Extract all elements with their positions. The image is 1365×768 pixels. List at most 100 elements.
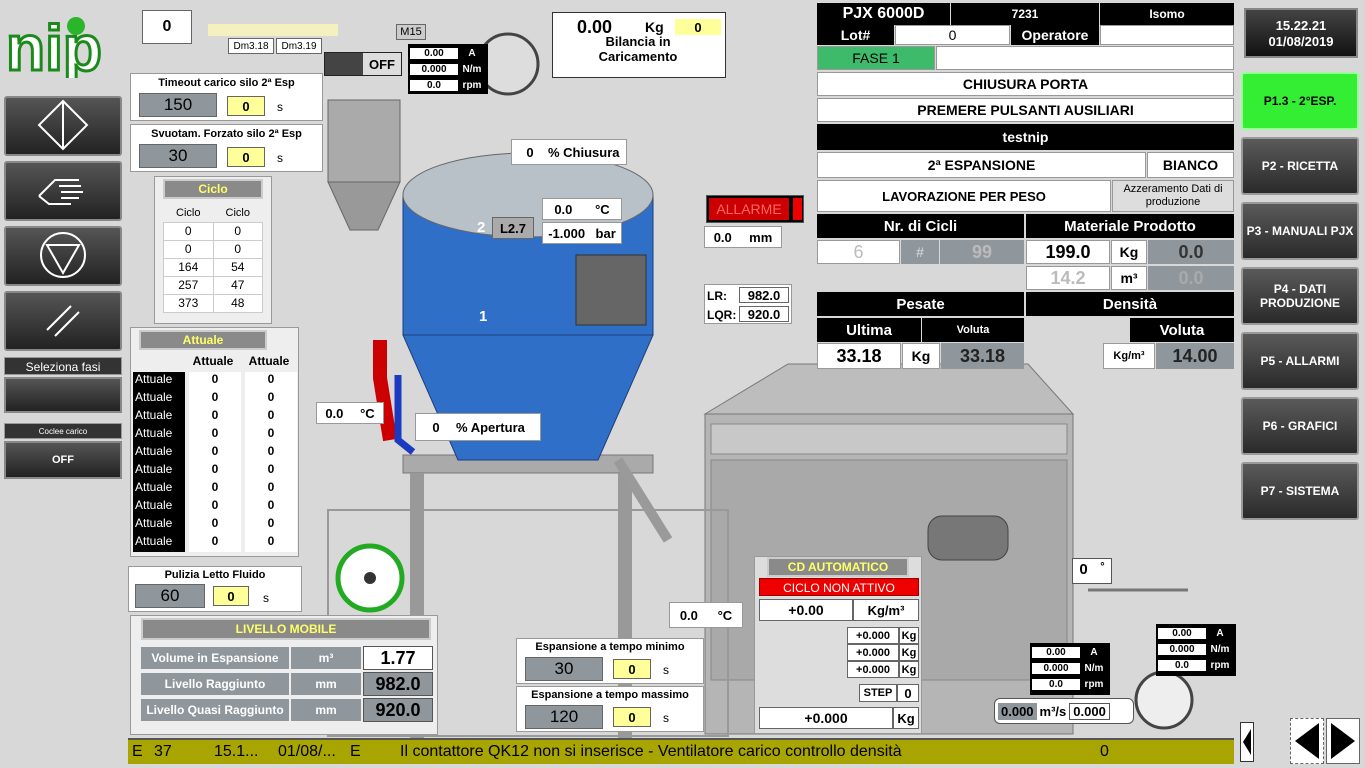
cd-step-label: STEP [859, 684, 897, 702]
ciclo-row: 00 [163, 239, 263, 259]
materiale-kg-unit: Kg [1111, 240, 1147, 264]
message-1: CHIUSURA PORTA [817, 72, 1234, 96]
timeout-input[interactable]: 150 [139, 93, 217, 117]
tank-pressure: -1.000 bar [542, 222, 622, 244]
materiale-m3: 14.2 [1026, 266, 1110, 290]
attuale-header: Attuale [139, 330, 267, 350]
fase-indicator: FASE 1 [817, 46, 935, 70]
espansione-color: BIANCO [1147, 152, 1234, 178]
nav-p7[interactable]: P7 - SISTEMA [1241, 462, 1359, 520]
seleziona-fasi-button[interactable] [4, 377, 122, 413]
start-diamond-icon [36, 98, 90, 155]
attuale-row: Attuale 0 0 [133, 372, 297, 390]
nav-p4[interactable]: P4 - DATI PRODUZIONE [1241, 267, 1359, 325]
arrow-right-icon [1331, 723, 1355, 759]
nav-p5[interactable]: P5 - ALLARMI [1241, 332, 1359, 390]
operatore-value[interactable] [1100, 25, 1234, 45]
espmax-input[interactable]: 120 [525, 705, 603, 729]
livello-panel: LIVELLO MOBILE Volume in Espansione m³ 1.7… [130, 615, 438, 735]
off-toggle[interactable]: OFF [324, 52, 402, 76]
right-motor2-readout: 0.00 A 0.000 N/m 0.0 rpm [1156, 624, 1236, 676]
timeout-panel: Timeout carico silo 2ª Esp 150 0 s [130, 73, 323, 121]
nav-p1[interactable]: P1.3 - 2°ESP. [1241, 72, 1359, 130]
alarm-bar[interactable]: E 37 15.1... 01/08/... E Il contattore Q… [128, 738, 1234, 764]
ciclo-table: Ciclo Ciclo 0 0 0 0 164 54 257 47 373 48 [163, 204, 263, 313]
livello-header: LIVELLO MOBILE [141, 618, 431, 640]
attuale-row: Attuale 0 0 [133, 534, 297, 552]
datetime: 15.22.21 01/08/2019 [1244, 8, 1358, 58]
svg-text:nip: nip [6, 12, 102, 78]
lr-panel: LR: 982.0 LQR: 920.0 [704, 284, 792, 324]
attuale-row: Attuale 0 0 [133, 426, 297, 444]
bottom-temp: 0.0 °C [669, 602, 743, 628]
timeout-unit: s [277, 100, 283, 114]
cd-total: +0.000 [759, 707, 893, 729]
attuale-col2: Attuale [248, 354, 290, 368]
message-2: PREMERE PULSANTI AUSILIARI [817, 98, 1234, 122]
cd-status: CICLO NON ATTIVO [759, 578, 919, 596]
manual-button[interactable] [4, 161, 122, 221]
svuot-unit: s [277, 151, 283, 165]
azzeramento-button[interactable]: Azzeramento Dati di produzione [1112, 180, 1234, 212]
materiale-kg2: 0.0 [1148, 240, 1234, 264]
operatore-label: Operatore [1011, 25, 1099, 45]
slash-icon [43, 300, 83, 343]
svuot-input[interactable]: 30 [139, 144, 217, 168]
stop-triangle-icon [38, 230, 88, 283]
message-3: testnip [817, 124, 1234, 150]
pesate-unit: Kg [902, 343, 940, 369]
flow-readout: 0.000 m³/s 0.000 [994, 698, 1134, 724]
coclee-toggle[interactable]: OFF [4, 441, 122, 479]
bilancia-panel: 0.00 Kg 0 Bilancia in Caricamento [552, 12, 726, 78]
stop-button[interactable] [4, 226, 122, 286]
ciclo-row: 00 [163, 221, 263, 241]
espmax-unit: s [663, 711, 669, 725]
prev-page-button[interactable] [1290, 718, 1324, 764]
alarm-scroll-left[interactable] [1240, 722, 1254, 762]
cd-value: +0.00 [759, 599, 853, 621]
m15-label: M15 [396, 24, 426, 40]
l27-label: L2.7 [492, 217, 534, 239]
arrow-left-icon [1295, 723, 1319, 759]
ciclo-panel: Ciclo Ciclo Ciclo 0 0 0 0 164 54 257 47 373 48 [154, 176, 272, 324]
ciclo-row: 164 54 [163, 257, 263, 277]
lot-value[interactable]: 0 [895, 25, 1010, 45]
seleziona-fasi-label: Seleziona fasi [4, 357, 122, 375]
espmin-input[interactable]: 30 [525, 657, 603, 681]
cd-k2: +0.000 [847, 644, 899, 661]
svuot-panel: Svuotam. Forzato silo 2ª Esp 30 0 s [130, 124, 323, 172]
nav-p6[interactable]: P6 - GRAFICI [1241, 397, 1359, 455]
lr-value: 982.0 [739, 287, 789, 303]
product-name: Isomo [1100, 3, 1234, 25]
cd-value-unit: Kg/m³ [853, 599, 919, 621]
attuale-row: Attuale 0 0 [133, 462, 297, 480]
espmin-unit: s [663, 663, 669, 677]
pulizia-input[interactable]: 60 [135, 584, 205, 608]
next-page-button[interactable] [1326, 718, 1360, 764]
densita-voluta-label: Voluta [1130, 318, 1234, 342]
chiusura-panel: 0% Chiusura [511, 139, 627, 165]
reset-button[interactable] [4, 291, 122, 351]
attuale-row: Attuale 0 0 [133, 516, 297, 534]
ultima-label: Ultima [817, 318, 921, 342]
livello-rows: Volume in Espansione m³ 1.77 Livello Raggiu… [141, 646, 433, 724]
lavorazione-label: LAVORAZIONE PER PESO [817, 180, 1111, 212]
pesate-voluta-label: Voluta [922, 318, 1024, 342]
dm318-label: Dm3.18 [228, 38, 274, 54]
right-motor1-readout: 0.00 A 0.000 N/m 0.0 rpm [1030, 643, 1110, 695]
svuot-actual: 0 [227, 147, 265, 167]
espmin-panel: Espansione a tempo minimo 30 0 s [516, 638, 704, 684]
logo: nip [4, 8, 122, 86]
start-button[interactable] [4, 96, 122, 156]
nav-p2[interactable]: P2 - RICETTA [1241, 137, 1359, 195]
cd-panel: CD AUTOMATICO CICLO NON ATTIVO +0.00 Kg/… [754, 556, 922, 734]
pesate-label: Pesate [817, 292, 1024, 316]
nav-p3[interactable]: P3 - MANUALI PJX [1241, 202, 1359, 260]
espmax-panel: Espansione a tempo massimo 120 0 s [516, 686, 704, 732]
ciclo-row: 373 48 [163, 293, 263, 313]
livello-row: Livello Raggiunto mm 982.0 [141, 672, 433, 696]
densita-label: Densità [1026, 292, 1234, 316]
silo-counter: 0 [142, 10, 192, 44]
tank-left-temp: 0.0 °C [316, 402, 384, 424]
off-label: OFF [363, 53, 401, 75]
